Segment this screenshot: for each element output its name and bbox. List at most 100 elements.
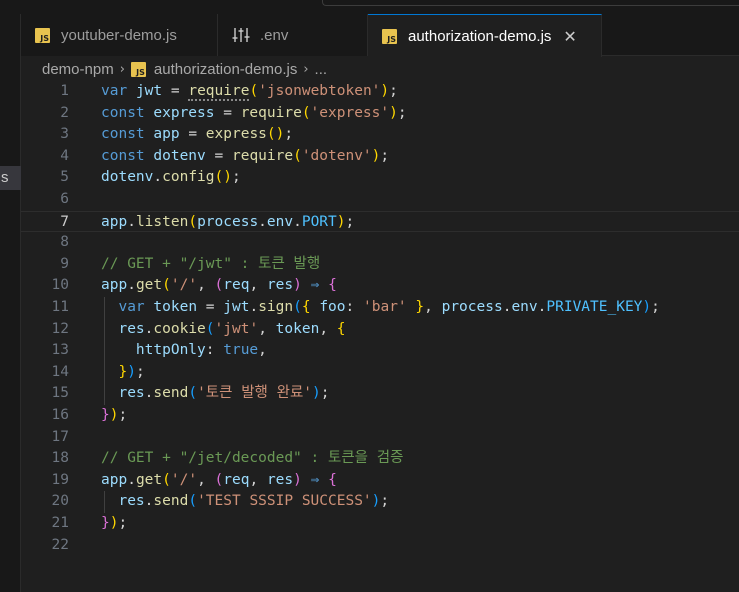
line-number: 5 [60,169,69,186]
indent-guide [104,491,105,513]
code-text: res.send('TEST SSSIP SUCCESS'); [101,491,389,513]
code-line[interactable]: 12 res.cookie('jwt', token, { [21,319,739,341]
code-token: ) [293,471,302,488]
code-token: '/' [170,277,198,294]
breadcrumb-symbols[interactable]: ... [315,61,328,78]
code-line[interactable]: 22 [21,535,739,557]
code-token: } [101,515,110,531]
code-token: token [275,320,320,337]
breadcrumb-folder[interactable]: demo-npm [42,61,114,78]
code-text: const app = express(); [101,124,293,146]
code-line[interactable]: 16}); [21,405,739,427]
code-token: const [101,126,145,143]
code-token: , [424,299,442,315]
code-token: const [101,147,145,164]
command-center[interactable] [322,0,739,6]
line-number: 15 [51,385,69,402]
code-token: ) [389,104,398,121]
code-token: dotenv [153,147,206,164]
close-icon[interactable]: ✕ [563,27,576,46]
code-line[interactable]: 6 [21,189,739,211]
code-token: listen [135,213,189,230]
code-token: } [415,299,425,315]
code-line[interactable]: 15 res.send('토큰 발행 완료'); [21,383,739,405]
code-text: }); [101,405,127,427]
code-line[interactable]: 21}); [21,513,739,535]
code-token: ) [127,363,136,380]
code-token: ) [336,213,346,230]
code-token: ) [380,83,390,99]
code-token: ; [135,363,145,380]
line-number: 16 [51,407,69,423]
code-token: { [301,299,311,315]
chevron-right-icon: › [303,61,309,77]
code-token: = [205,147,232,164]
code-line[interactable]: 9 // GET + "/jwt" : 토큰 발행 [21,254,739,276]
code-token: '토큰 발행 완료' [197,385,313,402]
code-token: require [188,83,250,101]
code-token: var [118,299,145,315]
line-number: 6 [60,191,69,207]
code-editor[interactable]: 1 var jwt = require('jsonwebtoken'); 2 cons… [21,82,739,592]
code-line[interactable]: 18 // GET + "/jet/decoded" : 토큰을 검증 [21,448,739,470]
code-line[interactable]: 3 const app = express(); [21,124,739,146]
editor-tab-bar: JS youtuber-demo.js .env JS authorizatio… [21,14,739,57]
code-token: // GET + "/jwt" : 토큰 발행 [101,255,321,272]
code-token: res [118,493,145,510]
code-token: 'jwt' [214,320,259,337]
code-token: ( [205,320,215,337]
code-line[interactable]: 14 }); [21,362,739,384]
code-token: ( [301,104,311,121]
code-token: . [127,277,136,294]
code-token: } [118,363,128,380]
code-line[interactable]: 19 app.get('/', (req, res) ⇒ { [21,470,739,492]
code-token: jwt [223,299,250,315]
side-bar-strip: s [0,14,21,592]
code-line[interactable]: 13 httpOnly: true, [21,340,739,362]
line-number: 13 [51,342,69,359]
tab-authorization-demo[interactable]: JS authorization-demo.js ✕ [368,14,602,57]
code-line[interactable]: 10 app.get('/', (req, res) ⇒ { [21,275,739,297]
code-token: PORT [301,213,337,230]
code-text: app.get('/', (req, res) ⇒ { [101,275,337,297]
line-number: 11 [51,299,69,315]
title-bar [0,0,739,14]
code-token: req [223,471,250,488]
code-line[interactable]: 20 res.send('TEST SSSIP SUCCESS'); [21,491,739,513]
code-token: '/' [170,471,198,488]
code-token: ( [214,471,224,488]
code-text: app.listen(process.env.PORT); [101,212,354,234]
code-token: ; [231,169,241,186]
tab-youtuber-demo[interactable]: JS youtuber-demo.js [21,14,218,56]
code-token: send [153,493,189,510]
code-line[interactable]: 2 const express = require('express'); [21,103,739,125]
code-token: { [328,471,337,488]
code-line[interactable]: 7 app.listen(process.env.PORT); [21,210,739,234]
code-token: . [249,299,259,315]
breadcrumb-file[interactable]: authorization-demo.js [154,61,297,78]
code-line[interactable]: 11 var token = jwt.sign({ foo: 'bar' }, … [21,297,739,319]
line-number: 3 [60,126,69,143]
code-line[interactable]: 8 [21,232,739,254]
code-token: sign [258,299,294,315]
line-number: 19 [51,471,69,488]
code-token: app [101,213,128,230]
tab-label: .env [260,26,289,44]
code-line[interactable]: 1 var jwt = require('jsonwebtoken'); [21,81,739,103]
js-file-icon: JS [382,28,397,44]
code-token: ( [162,471,171,488]
code-line[interactable]: 4 const dotenv = require('dotenv'); [21,146,739,168]
code-text: app.get('/', (req, res) ⇒ { [101,470,337,492]
code-line[interactable]: 17 [21,427,739,449]
code-token: ( [162,277,171,294]
tab-env[interactable]: .env [218,14,368,56]
code-token: get [135,471,163,488]
code-token: send [153,385,189,402]
code-line[interactable]: 5 dotenv.config(); [21,167,739,189]
code-token: require [231,147,294,164]
tab-label: authorization-demo.js [408,27,552,45]
line-number: 17 [51,428,69,445]
sidebar-item-fragment[interactable]: s [0,166,21,190]
code-token: ; [284,126,294,143]
